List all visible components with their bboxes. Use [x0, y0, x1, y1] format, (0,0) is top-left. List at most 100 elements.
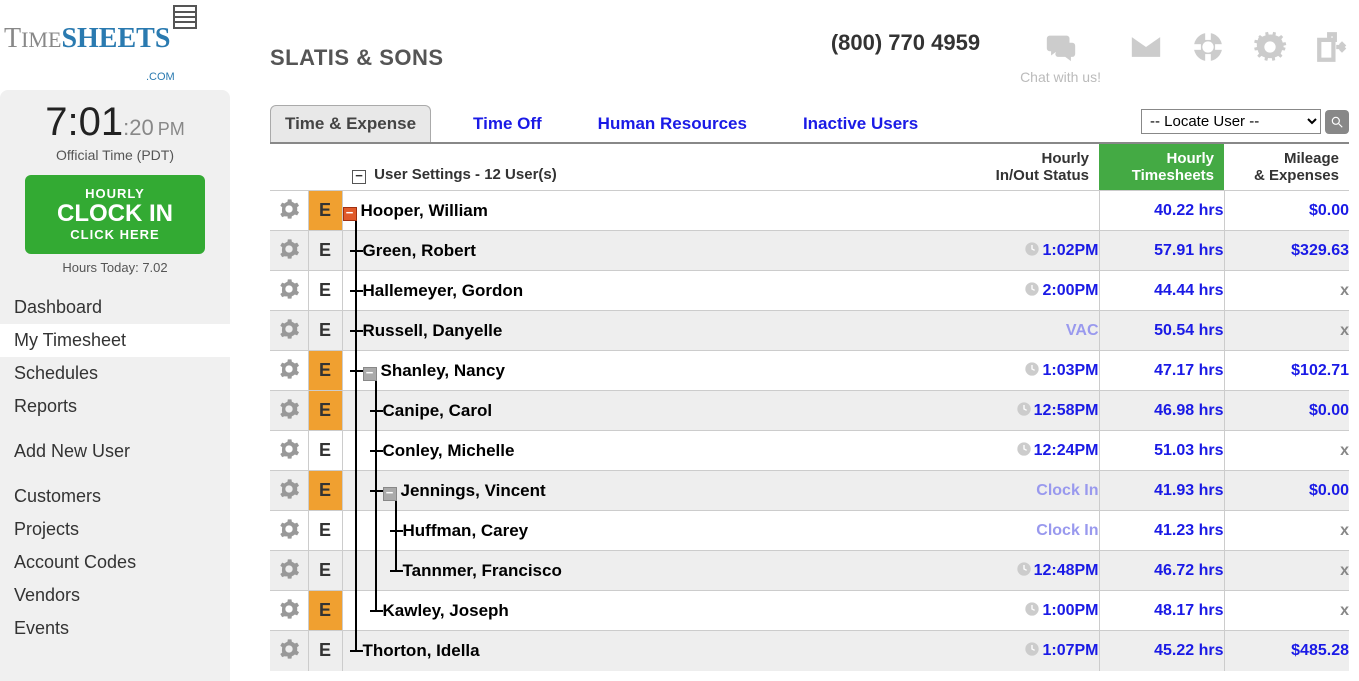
row-hours[interactable]: 41.93 hrs [1099, 471, 1224, 511]
nav-item-events[interactable]: Events [0, 612, 230, 645]
row-status[interactable]: Clock In [939, 511, 1099, 551]
row-name[interactable]: Kawley, Joseph [342, 591, 939, 631]
row-gear-button[interactable] [270, 551, 308, 591]
row-status[interactable]: VAC [939, 311, 1099, 351]
row-e-badge[interactable]: E [308, 511, 342, 551]
nav-item-my-timesheet[interactable]: My Timesheet [0, 324, 230, 357]
row-name[interactable]: Russell, Danyelle [342, 311, 939, 351]
row-name[interactable]: Thorton, Idella [342, 631, 939, 671]
row-expenses[interactable]: $0.00 [1224, 191, 1349, 231]
row-e-badge[interactable]: E [308, 231, 342, 271]
row-expenses[interactable]: $485.28 [1224, 631, 1349, 671]
user-grid: − User Settings - 12 User(s) HourlyIn/Ou… [270, 144, 1349, 671]
row-gear-button[interactable] [270, 311, 308, 351]
row-hours[interactable]: 47.17 hrs [1099, 351, 1224, 391]
tab-time-expense[interactable]: Time & Expense [270, 105, 431, 142]
row-hours[interactable]: 57.91 hrs [1099, 231, 1224, 271]
locate-search-button[interactable] [1325, 110, 1349, 134]
row-hours[interactable]: 45.22 hrs [1099, 631, 1224, 671]
row-e-badge[interactable]: E [308, 551, 342, 591]
row-status[interactable]: 2:00PM [939, 271, 1099, 311]
nav-item-customers[interactable]: Customers [0, 480, 230, 513]
row-e-badge[interactable]: E [308, 351, 342, 391]
row-status [939, 191, 1099, 231]
row-name[interactable]: Tannmer, Francisco [342, 551, 939, 591]
row-status[interactable]: 12:48PM [939, 551, 1099, 591]
row-gear-button[interactable] [270, 191, 308, 231]
row-hours[interactable]: 51.03 hrs [1099, 431, 1224, 471]
row-status[interactable]: 1:00PM [939, 591, 1099, 631]
row-hours[interactable]: 41.23 hrs [1099, 511, 1224, 551]
row-name[interactable]: Conley, Michelle [342, 431, 939, 471]
user-row: E−Hooper, William 40.22 hrs$0.00 [270, 191, 1349, 231]
row-e-badge[interactable]: E [308, 471, 342, 511]
collapse-icon[interactable]: − [363, 367, 377, 381]
row-e-badge[interactable]: E [308, 191, 342, 231]
row-e-badge[interactable]: E [308, 431, 342, 471]
locate-user-select[interactable]: -- Locate User -- [1141, 109, 1321, 134]
clock-in-l3: CLICK HERE [45, 228, 185, 242]
row-e-badge[interactable]: E [308, 311, 342, 351]
chat-label: Chat with us! [1020, 69, 1101, 85]
row-name[interactable]: −Shanley, Nancy [342, 351, 939, 391]
nav-item-dashboard[interactable]: Dashboard [0, 291, 230, 324]
row-gear-button[interactable] [270, 631, 308, 671]
header-user-settings[interactable]: − User Settings - 12 User(s) [342, 144, 939, 191]
tab-human-resources[interactable]: Human Resources [584, 106, 761, 142]
nav-item-add-new-user[interactable]: Add New User [0, 435, 230, 468]
row-e-badge[interactable]: E [308, 631, 342, 671]
row-status[interactable]: 1:02PM [939, 231, 1099, 271]
row-gear-button[interactable] [270, 511, 308, 551]
nav-item-account-codes[interactable]: Account Codes [0, 546, 230, 579]
row-gear-button[interactable] [270, 271, 308, 311]
header-hours[interactable]: HourlyTimesheets [1099, 144, 1224, 191]
nav-item-vendors[interactable]: Vendors [0, 579, 230, 612]
row-name[interactable]: −Hooper, William [342, 191, 939, 231]
row-e-badge[interactable]: E [308, 271, 342, 311]
row-expenses[interactable]: $102.71 [1224, 351, 1349, 391]
row-hours[interactable]: 48.17 hrs [1099, 591, 1224, 631]
logout-icon[interactable] [1315, 30, 1349, 67]
tab-time-off[interactable]: Time Off [459, 106, 556, 142]
row-e-badge[interactable]: E [308, 591, 342, 631]
row-expenses[interactable]: $329.63 [1224, 231, 1349, 271]
row-hours[interactable]: 46.98 hrs [1099, 391, 1224, 431]
row-name[interactable]: −Jennings, Vincent [342, 471, 939, 511]
row-status[interactable]: 12:24PM [939, 431, 1099, 471]
row-status[interactable]: 1:07PM [939, 631, 1099, 671]
row-hours[interactable]: 46.72 hrs [1099, 551, 1224, 591]
row-name[interactable]: Hallemeyer, Gordon [342, 271, 939, 311]
row-expenses[interactable]: $0.00 [1224, 391, 1349, 431]
row-name[interactable]: Huffman, Carey [342, 511, 939, 551]
collapse-icon[interactable]: − [383, 487, 397, 501]
logo[interactable]: TIMESHEETS.COM [4, 22, 198, 87]
row-gear-button[interactable] [270, 351, 308, 391]
row-name[interactable]: Canipe, Carol [342, 391, 939, 431]
row-gear-button[interactable] [270, 471, 308, 511]
nav-item-schedules[interactable]: Schedules [0, 357, 230, 390]
row-expenses[interactable]: $0.00 [1224, 471, 1349, 511]
row-hours[interactable]: 40.22 hrs [1099, 191, 1224, 231]
row-name[interactable]: Green, Robert [342, 231, 939, 271]
row-hours[interactable]: 44.44 hrs [1099, 271, 1224, 311]
nav-item-reports[interactable]: Reports [0, 390, 230, 423]
row-gear-button[interactable] [270, 231, 308, 271]
row-e-badge[interactable]: E [308, 391, 342, 431]
help-icon[interactable] [1191, 30, 1225, 67]
row-gear-button[interactable] [270, 431, 308, 471]
collapse-icon[interactable]: − [343, 207, 357, 221]
chat-icon[interactable]: Chat with us! [1020, 30, 1101, 85]
row-status[interactable]: 1:03PM [939, 351, 1099, 391]
row-gear-button[interactable] [270, 591, 308, 631]
row-hours[interactable]: 50.54 hrs [1099, 311, 1224, 351]
collapse-all-icon[interactable]: − [352, 170, 366, 184]
mail-icon[interactable] [1129, 30, 1163, 67]
row-status[interactable]: 12:58PM [939, 391, 1099, 431]
clock-in-button[interactable]: HOURLY CLOCK IN CLICK HERE [25, 175, 205, 254]
user-row: ERussell, DanyelleVAC50.54 hrsx [270, 311, 1349, 351]
row-status[interactable]: Clock In [939, 471, 1099, 511]
row-gear-button[interactable] [270, 391, 308, 431]
nav-item-projects[interactable]: Projects [0, 513, 230, 546]
tab-inactive-users[interactable]: Inactive Users [789, 106, 932, 142]
gear-icon[interactable] [1253, 30, 1287, 67]
